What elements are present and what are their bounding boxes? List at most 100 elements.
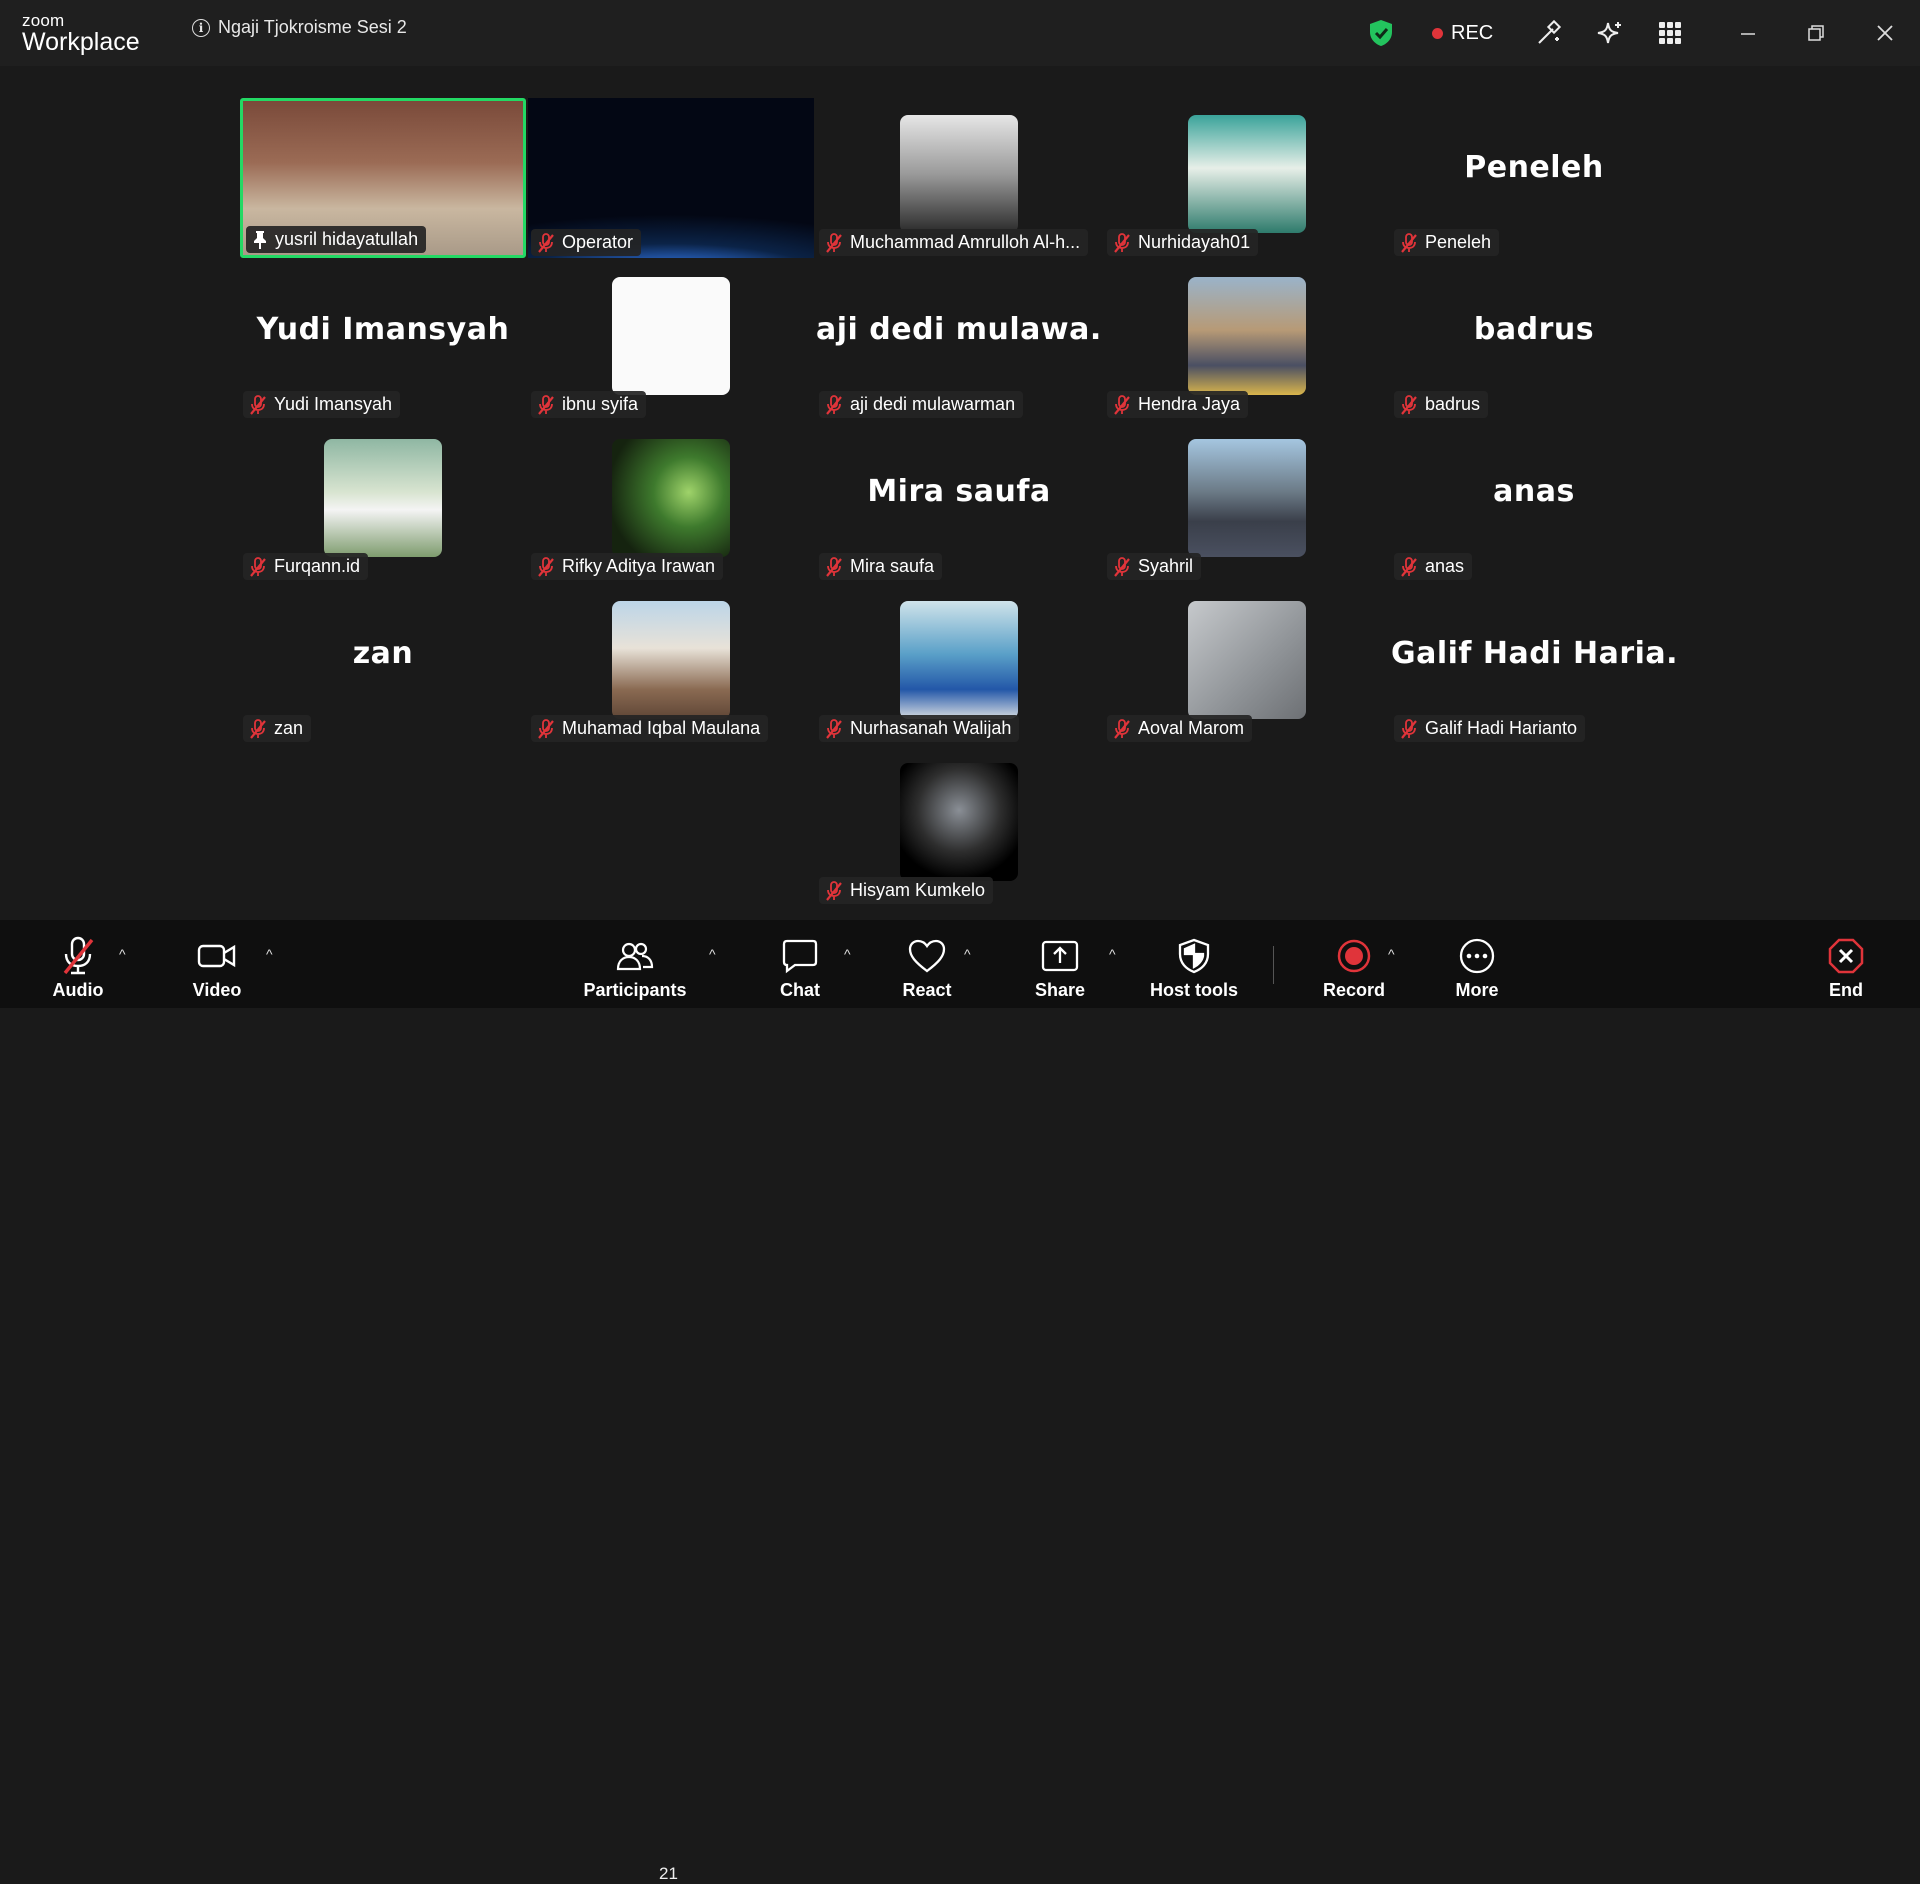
end-meeting-icon <box>1827 934 1865 978</box>
more-label: More <box>1455 980 1499 1000</box>
ai-companion-icon[interactable] <box>1596 0 1624 66</box>
title-bar: zoom Workplace i Ngaji Tjokroisme Sesi 2… <box>0 0 1920 66</box>
muted-mic-icon <box>249 718 267 739</box>
muted-mic-icon <box>1400 232 1418 253</box>
host-tools-shield-icon <box>1177 934 1211 978</box>
more-button[interactable]: More <box>1446 920 1508 1008</box>
participant-nametag: zan <box>243 715 312 742</box>
share-label: Share <box>1034 980 1086 1000</box>
participant-name: Nurhidayah01 <box>1138 232 1251 252</box>
participant-display-name: zan <box>352 636 414 671</box>
record-button[interactable]: Record <box>1322 920 1386 1008</box>
participant-tile-ibnu-syifa[interactable]: ibnu syifa <box>528 260 814 420</box>
restore-window-button[interactable] <box>1786 0 1846 66</box>
more-dots-icon <box>1458 934 1496 978</box>
chat-options-caret[interactable]: ^ <box>844 946 851 962</box>
muted-microphone-icon <box>58 934 98 978</box>
participant-avatar <box>324 439 442 557</box>
video-options-caret[interactable]: ^ <box>266 946 273 962</box>
share-button[interactable]: Share <box>1030 920 1090 1008</box>
participant-tile-peneleh[interactable]: Peneleh Peneleh <box>1391 98 1677 258</box>
host-tools-button[interactable]: Host tools <box>1144 920 1244 1008</box>
participant-tile-galif-hadi-harianto[interactable]: Galif Hadi Haria... Galif Hadi Harianto <box>1391 584 1677 744</box>
chat-button[interactable]: Chat <box>770 920 830 1008</box>
participant-nametag: Mira saufa <box>819 553 943 580</box>
participant-name: Operator <box>562 232 634 252</box>
share-options-caret[interactable]: ^ <box>1109 946 1116 962</box>
magic-wand-icon[interactable] <box>1535 0 1563 66</box>
participant-tile-syahril[interactable]: Syahril <box>1104 422 1390 582</box>
participant-nametag: ibnu syifa <box>531 391 647 418</box>
participant-name: Muhamad Iqbal Maulana <box>562 718 761 738</box>
audio-label: Audio <box>52 980 104 1000</box>
close-window-button[interactable] <box>1855 0 1915 66</box>
participants-button[interactable]: Participants <box>580 920 690 1008</box>
video-gallery: yusril hidayatullah Operator Muchammad Amr… <box>0 66 1920 920</box>
participant-tile-badrus[interactable]: badrus badrus <box>1391 260 1677 420</box>
participant-tile-furqann-id[interactable]: Furqann.id <box>240 422 526 582</box>
participant-display-name: Mira saufa <box>867 474 1051 509</box>
muted-mic-icon <box>825 394 843 415</box>
participant-name: Muchammad Amrulloh Al-h... <box>850 232 1081 252</box>
participant-tile-yudi-imansyah[interactable]: Yudi Imansyah Yudi Imansyah <box>240 260 526 420</box>
participant-nametag: Muhamad Iqbal Maulana <box>531 715 769 742</box>
muted-mic-icon <box>825 718 843 739</box>
participant-tile-muhamad-iqbal-maulana[interactable]: Muhamad Iqbal Maulana <box>528 584 814 744</box>
muted-mic-icon <box>537 718 555 739</box>
react-button[interactable]: React <box>897 920 957 1008</box>
participant-tile-hendra-jaya[interactable]: Hendra Jaya <box>1104 260 1390 420</box>
participant-tile-hisyam-kumkelo[interactable]: Hisyam Kumkelo <box>816 746 1102 906</box>
participant-tile-mira-saufa[interactable]: Mira saufa Mira saufa <box>816 422 1102 582</box>
muted-mic-icon <box>537 556 555 577</box>
participant-name: badrus <box>1425 394 1481 414</box>
muted-mic-icon <box>1400 394 1418 415</box>
participant-display-name: Peneleh <box>1464 150 1604 185</box>
participants-options-caret[interactable]: ^ <box>709 946 716 962</box>
chat-bubble-icon <box>781 934 819 978</box>
participant-avatar <box>612 439 730 557</box>
apps-grid-icon[interactable] <box>1658 0 1682 66</box>
participant-tile-aji-dedi-mulawarman[interactable]: aji dedi mulawa... aji dedi mulawarman <box>816 260 1102 420</box>
muted-mic-icon <box>1113 556 1131 577</box>
participant-tile-yusril-hidayatullah[interactable]: yusril hidayatullah <box>240 98 526 258</box>
participant-name: Furqann.id <box>274 556 361 576</box>
participant-display-name: Yudi Imansyah <box>256 312 510 347</box>
encryption-shield-icon[interactable] <box>1368 0 1394 66</box>
participant-name: aji dedi mulawarman <box>850 394 1016 414</box>
meeting-toolbar: Audio ^ Video ^ Participants 21 ^ Chat ^… <box>0 920 1920 1883</box>
info-icon[interactable]: i <box>192 18 210 37</box>
participant-name: anas <box>1425 556 1465 576</box>
participant-tile-anas[interactable]: anas anas <box>1391 422 1677 582</box>
audio-options-caret[interactable]: ^ <box>119 946 126 962</box>
meeting-info[interactable]: i Ngaji Tjokroisme Sesi 2 <box>192 17 407 38</box>
video-button[interactable]: Video <box>185 920 249 1008</box>
muted-mic-icon <box>825 556 843 577</box>
participants-label: Participants <box>583 980 687 1000</box>
participant-tile-nurhidayah01[interactable]: Nurhidayah01 <box>1104 98 1390 258</box>
muted-mic-icon <box>249 556 267 577</box>
participant-tile-operator[interactable]: Operator <box>528 98 814 258</box>
participant-tile-zan[interactable]: zan zan <box>240 584 526 744</box>
participant-nametag: Muchammad Amrulloh Al-h... <box>819 229 1089 256</box>
react-options-caret[interactable]: ^ <box>964 946 971 962</box>
participant-tile-nurhasanah-walijah[interactable]: Nurhasanah Walijah <box>816 584 1102 744</box>
participant-nametag: Peneleh <box>1394 229 1500 256</box>
muted-mic-icon <box>825 232 843 253</box>
record-options-caret[interactable]: ^ <box>1388 946 1395 962</box>
participant-nametag: Nurhasanah Walijah <box>819 715 1020 742</box>
participant-tile-rifky-aditya-irawan[interactable]: Rifky Aditya Irawan <box>528 422 814 582</box>
recording-indicator[interactable]: REC <box>1432 0 1493 66</box>
participant-name: Hendra Jaya <box>1138 394 1241 414</box>
participant-name: Syahril <box>1138 556 1194 576</box>
muted-mic-icon <box>1113 232 1131 253</box>
participant-tile-muchammad-amrulloh-al-h[interactable]: Muchammad Amrulloh Al-h... <box>816 98 1102 258</box>
participant-tile-aoval-marom[interactable]: Aoval Marom <box>1104 584 1390 744</box>
zoom-workplace-logo: zoom Workplace <box>22 12 140 55</box>
minimize-window-button[interactable] <box>1718 0 1778 66</box>
audio-button[interactable]: Audio <box>46 920 110 1008</box>
participant-name: Aoval Marom <box>1138 718 1245 738</box>
muted-mic-icon <box>1400 718 1418 739</box>
participant-nametag: aji dedi mulawarman <box>819 391 1024 418</box>
record-icon <box>1335 934 1373 978</box>
end-meeting-button[interactable]: End <box>1816 920 1876 1008</box>
